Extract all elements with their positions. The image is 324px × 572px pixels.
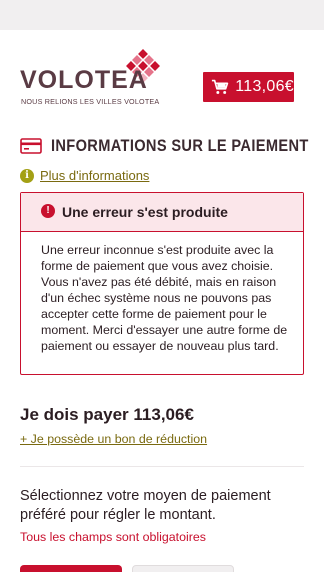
shopping-cart-icon [211, 79, 229, 94]
amount-to-pay: Je dois payer 113,06€ [20, 405, 194, 424]
info-icon: i [20, 168, 34, 183]
credit-card-icon [20, 138, 42, 154]
error-alert-header: ! Une erreur s'est produite [21, 193, 303, 232]
exclamation-icon: ! [41, 203, 55, 218]
top-bar [0, 0, 324, 30]
error-message: Une erreur inconnue s'est produite avec … [41, 243, 288, 353]
error-title: Une erreur s'est produite [62, 204, 228, 220]
cart-button[interactable]: 113,06€ [203, 72, 294, 102]
voucher-link[interactable]: + Je possède un bon de réduction [20, 432, 207, 446]
error-alert: ! Une erreur s'est produite Une erreur i… [20, 192, 304, 375]
payment-method-option-1[interactable] [20, 565, 122, 572]
divider [20, 466, 304, 467]
more-info-label[interactable]: Plus d'informations [40, 168, 149, 183]
section-title-text: INFORMATIONS SUR LE PAIEMENT [51, 136, 309, 155]
required-fields-note: Tous les champs sont obligatoires [20, 530, 206, 544]
volotea-logo[interactable]: VOLOTEA NOUS RELIONS LES VILLES VOLOTEA [20, 48, 160, 110]
logo-tagline: NOUS RELIONS LES VILLES VOLOTEA [21, 97, 160, 106]
payment-section-title: INFORMATIONS SUR LE PAIEMENT [20, 136, 324, 156]
select-payment-instructions: Sélectionnez votre moyen de paiement pré… [20, 488, 271, 523]
more-info-link[interactable]: i Plus d'informations [20, 168, 149, 183]
logo-wordmark: VOLOTEA [20, 66, 148, 94]
payment-method-option-2[interactable] [132, 565, 234, 572]
cart-price: 113,06€ [235, 78, 294, 95]
